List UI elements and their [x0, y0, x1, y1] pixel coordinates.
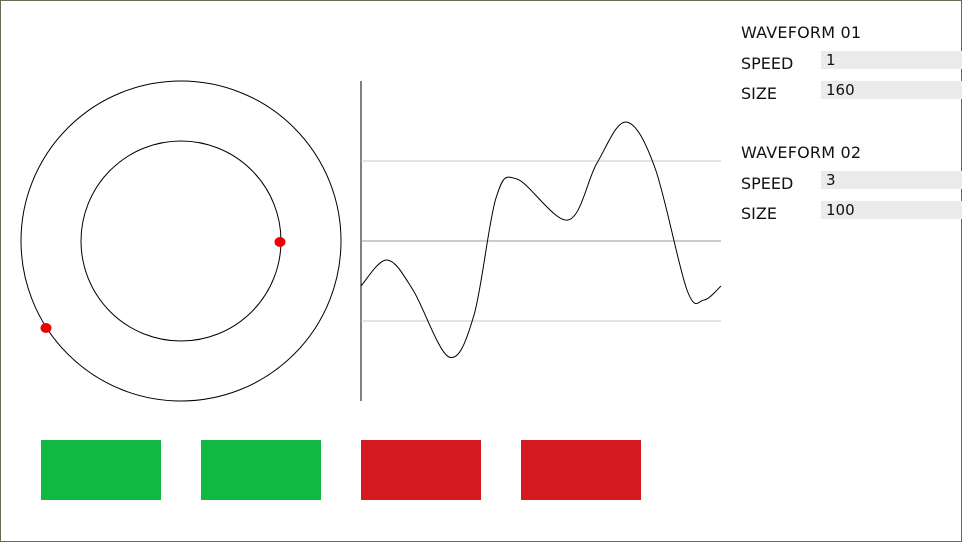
inner-orbit-dot: [274, 237, 286, 247]
outer-orbit-circle: [20, 80, 342, 402]
waveform-02-size-label: SIZE: [741, 204, 777, 223]
waveform-01-title: WAVEFORM 01: [741, 23, 862, 42]
waveform-02-size-input[interactable]: [821, 201, 962, 219]
waveform-01-speed-input[interactable]: [821, 51, 962, 69]
waveform-02-speed-input[interactable]: [821, 171, 962, 189]
inner-orbit-circle: [80, 140, 282, 342]
outer-orbit-dot: [40, 323, 52, 333]
waveform-01-speed-label: SPEED: [741, 54, 794, 73]
waveform-01-size-label: SIZE: [741, 84, 777, 103]
green-button-2[interactable]: [201, 440, 321, 500]
green-button-1[interactable]: [41, 440, 161, 500]
red-button-2[interactable]: [521, 440, 641, 500]
red-button-1[interactable]: [361, 440, 481, 500]
waveform-01-size-input[interactable]: [821, 81, 962, 99]
combined-waveform-curve: [360, 121, 722, 358]
waveform-02-title: WAVEFORM 02: [741, 143, 862, 162]
waveform-02-speed-label: SPEED: [741, 174, 794, 193]
